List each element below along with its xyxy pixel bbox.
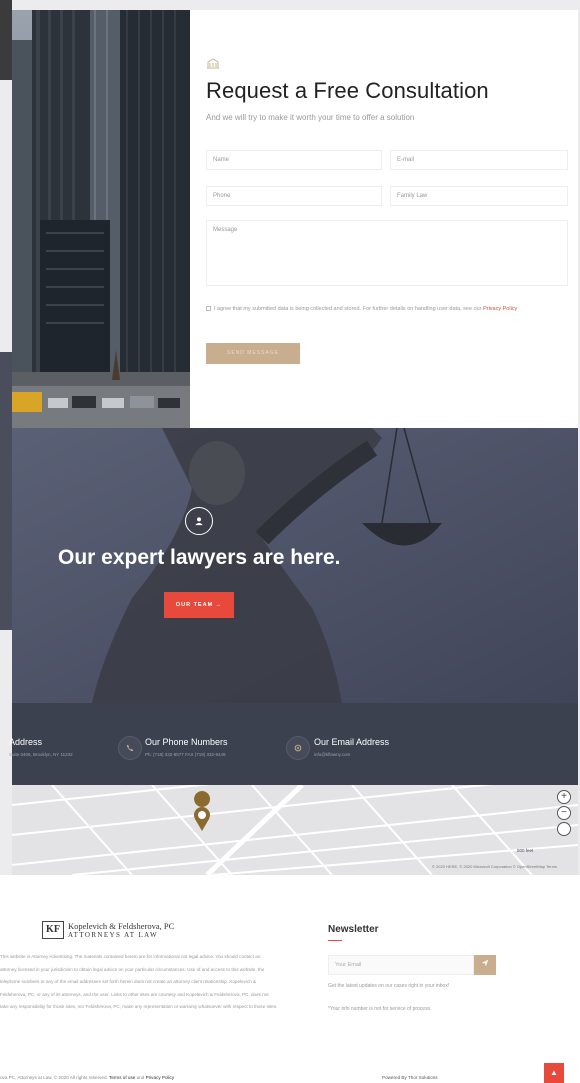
practice-area-select[interactable]: Family Law [390, 186, 568, 206]
contact-sub: Ph: (718) 332-8577 FAX (718) 332-9449 [145, 752, 226, 757]
user-icon [185, 507, 213, 535]
email-input[interactable]: E-mail [390, 150, 568, 170]
form-title: Request a Free Consultation [206, 78, 489, 103]
newsletter-disclaimer: *Your info number is not for service of … [328, 1006, 432, 1012]
zoom-in-button[interactable]: + [557, 790, 571, 804]
hero-section: Our expert lawyers are here. OUR TEAM → [12, 428, 578, 703]
privacy-policy-link[interactable]: Privacy Policy [483, 306, 517, 312]
consent-row: I agree that my submitted data is being … [206, 302, 568, 316]
side-strip-top [0, 0, 12, 80]
firm-logo[interactable]: KF Kopelevich & Feldsherova, PC ATTORNEY… [42, 921, 174, 939]
newsletter-note: Get the latest updates on our cases righ… [328, 983, 450, 989]
our-team-button[interactable]: OUR TEAM → [164, 592, 234, 618]
disclaimer-text: This website is Attorney Advertising. Th… [0, 954, 278, 1009]
copyright-text: ova PC, Attorneys at Law. © 2020 All rig… [0, 1075, 108, 1080]
side-strip-dark [0, 352, 12, 630]
footer: KF Kopelevich & Feldsherova, PC ATTORNEY… [0, 875, 580, 1083]
logo-name: Kopelevich & Feldsherova, PC [68, 921, 175, 931]
email-icon [286, 736, 310, 760]
city-photo [12, 10, 190, 428]
zoom-out-button[interactable]: − [557, 806, 571, 820]
logo-tagline: ATTORNEYS AT LAW [68, 931, 159, 939]
logo-mark: KF [42, 921, 64, 939]
hero-title: Our expert lawyers are here. [58, 546, 341, 569]
map-attribution: © 2020 HERE, © 2020 Microsoft Corporatio… [432, 864, 558, 869]
newsletter-underline [328, 940, 342, 941]
phone-icon [118, 736, 142, 760]
page: Request a Free Consultation And we will … [0, 0, 580, 1083]
locate-button[interactable] [557, 822, 571, 836]
contact-title: Our Phone Numbers [145, 737, 228, 747]
send-message-button[interactable]: SEND MESSAGE [206, 343, 300, 364]
back-to-top-button[interactable]: ▲ [544, 1063, 564, 1083]
newsletter-email-input[interactable]: Your Email [328, 955, 474, 975]
and-text: and [136, 1075, 145, 1080]
form-subtitle: And we will try to make it worth your ti… [206, 113, 415, 122]
phone-input[interactable]: Phone [206, 186, 382, 206]
send-icon [481, 959, 489, 967]
message-textarea[interactable]: Message [206, 220, 568, 286]
contact-sub: Suite 0405, Brooklyn, NY 11232 [9, 752, 73, 757]
building-icon [206, 56, 220, 69]
powered-by: Powered By Thor Solutions [382, 1075, 438, 1080]
consultation-section: Request a Free Consultation And we will … [12, 10, 578, 428]
privacy-link[interactable]: Privacy Policy [146, 1075, 175, 1080]
terms-link[interactable]: Terms of use [109, 1075, 135, 1080]
contact-sub: info@kflawny.com [314, 752, 351, 757]
newsletter-submit-button[interactable] [474, 955, 496, 975]
consultation-form: Request a Free Consultation And we will … [190, 10, 578, 428]
contacts-bar: Address Suite 0405, Brooklyn, NY 11232 O… [9, 703, 578, 785]
office-map[interactable]: + − 500 feet © 2020 HERE, © 2020 Microso… [12, 785, 578, 875]
name-input[interactable]: Name [206, 150, 382, 170]
consent-text: I agree that my submitted data is being … [214, 306, 482, 312]
contact-title: Our Email Address [314, 737, 390, 747]
newsletter-title: Newsletter [328, 924, 379, 935]
contact-title: Address [9, 737, 43, 747]
copyright: ova PC, Attorneys at Law. © 2020 All rig… [0, 1075, 174, 1080]
map-scale: 500 feet [517, 848, 534, 853]
consent-checkbox[interactable] [206, 306, 211, 312]
